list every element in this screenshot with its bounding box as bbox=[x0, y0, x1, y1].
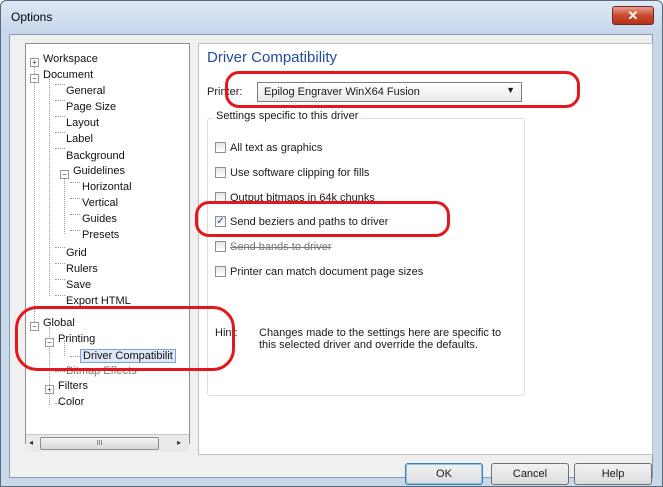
checkbox[interactable] bbox=[215, 166, 226, 178]
hint-text: Changes made to the settings here are sp… bbox=[259, 327, 502, 351]
scroll-grip: III bbox=[96, 440, 103, 447]
ok-button[interactable]: OK bbox=[405, 463, 483, 485]
tree-item-color[interactable]: Color bbox=[58, 396, 84, 408]
close-icon: ✕ bbox=[627, 8, 639, 23]
tree-item-guidelines[interactable]: Guidelines bbox=[73, 165, 125, 177]
tree-item-general[interactable]: General bbox=[66, 85, 105, 97]
checkbox[interactable] bbox=[215, 240, 226, 252]
tree-item-background[interactable]: Background bbox=[66, 150, 125, 162]
option-match-page-sizes[interactable]: Printer can match document page sizes bbox=[215, 265, 424, 279]
tree-item-page-size[interactable]: Page Size bbox=[66, 101, 116, 113]
page-title: Driver Compatibility bbox=[207, 49, 338, 66]
scroll-right-icon[interactable]: ▸ bbox=[177, 438, 181, 447]
option-all-text-as-graphics[interactable]: All text as graphics bbox=[215, 141, 323, 155]
highlight-printer bbox=[225, 71, 580, 108]
driver-settings-group bbox=[207, 118, 525, 396]
tree-item-document[interactable]: Document bbox=[43, 69, 93, 81]
window-title: Options bbox=[11, 10, 53, 24]
tree-item-presets[interactable]: Presets bbox=[82, 229, 119, 241]
option-send-bands[interactable]: Send bands to driver bbox=[215, 240, 332, 254]
tree-item-guides[interactable]: Guides bbox=[82, 213, 117, 225]
checkbox[interactable] bbox=[215, 141, 226, 153]
scroll-thumb[interactable]: III bbox=[40, 437, 159, 450]
highlight-driver-compatibility bbox=[15, 306, 235, 371]
highlight-send-beziers bbox=[195, 201, 450, 237]
collapse-icon[interactable]: − bbox=[60, 170, 69, 179]
scroll-left-icon[interactable]: ◂ bbox=[29, 438, 33, 447]
tree-item-workspace[interactable]: Workspace bbox=[43, 53, 98, 65]
tree-item-layout[interactable]: Layout bbox=[66, 117, 99, 129]
tree-item-save[interactable]: Save bbox=[66, 279, 91, 291]
close-button[interactable]: ✕ bbox=[612, 6, 654, 25]
expand-icon[interactable]: + bbox=[30, 58, 39, 67]
option-label: All text as graphics bbox=[230, 142, 323, 155]
tree-item-horizontal[interactable]: Horizontal bbox=[82, 181, 132, 193]
tree-item-rulers[interactable]: Rulers bbox=[66, 263, 98, 275]
title-bar[interactable]: Options ✕ bbox=[1, 1, 662, 33]
option-label: Send bands to driver bbox=[230, 241, 332, 254]
help-button[interactable]: Help bbox=[574, 463, 652, 485]
tree-item-label[interactable]: Label bbox=[66, 133, 93, 145]
options-tree: + Workspace − Document General Page Size… bbox=[25, 43, 190, 444]
group-title: Settings specific to this driver bbox=[213, 110, 362, 122]
option-software-clipping[interactable]: Use software clipping for fills bbox=[215, 166, 370, 180]
cancel-button[interactable]: Cancel bbox=[491, 463, 569, 485]
tree-horizontal-scrollbar[interactable]: ◂ III ▸ bbox=[26, 434, 189, 452]
expand-icon[interactable]: + bbox=[45, 385, 54, 394]
checkbox[interactable] bbox=[215, 265, 226, 277]
option-label: Printer can match document page sizes bbox=[230, 266, 424, 279]
collapse-icon[interactable]: − bbox=[30, 74, 39, 83]
option-label: Use software clipping for fills bbox=[230, 167, 370, 180]
tree-item-vertical[interactable]: Vertical bbox=[82, 197, 118, 209]
tree-item-grid[interactable]: Grid bbox=[66, 247, 87, 259]
tree-item-filters[interactable]: Filters bbox=[58, 380, 88, 392]
